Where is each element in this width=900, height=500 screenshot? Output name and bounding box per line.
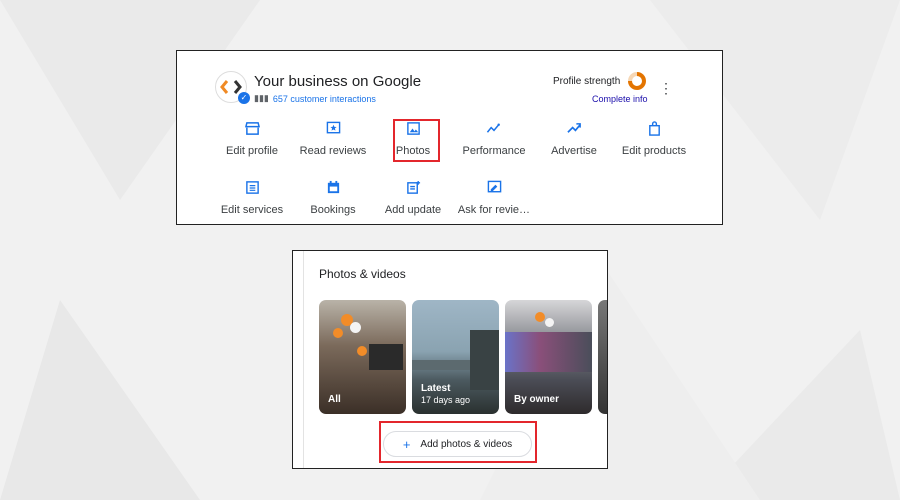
services-list-icon <box>212 180 292 200</box>
photo-tile-all[interactable]: All <box>319 300 406 414</box>
edit-profile-button[interactable]: Edit profile <box>212 121 292 157</box>
trend-icon <box>454 121 534 141</box>
add-photos-highlight-box <box>379 421 537 463</box>
balloon-white <box>545 318 554 327</box>
business-logo: ✓ <box>215 71 250 104</box>
tile-latest-caption: Latest 17 days ago <box>421 383 470 405</box>
post-add-icon <box>373 180 453 200</box>
building-column <box>470 330 499 390</box>
photo-tile-latest[interactable]: Latest 17 days ago <box>412 300 499 414</box>
customer-interactions-text: 657 customer interactions <box>272 93 376 104</box>
edit-services-label: Edit services <box>220 204 284 216</box>
tile-owner-caption: By owner <box>514 394 560 405</box>
performance-button[interactable]: Performance <box>454 121 534 157</box>
balloon-white <box>350 322 361 333</box>
tile-latest-date: 17 days ago <box>421 395 471 405</box>
verified-icon: ✓ <box>238 92 250 104</box>
customer-interactions-link[interactable]: ▮▮▮ 657 customer interactions <box>254 93 376 104</box>
profile-strength-ring-icon <box>628 72 646 90</box>
edit-products-label: Edit products <box>621 145 687 157</box>
balloon-orange <box>535 312 545 322</box>
reviews-icon <box>293 121 373 141</box>
profile-strength-label: Profile strength <box>553 76 621 87</box>
photo-tile-more[interactable] <box>598 300 607 414</box>
performance-label: Performance <box>462 145 526 157</box>
photos-videos-panel: Photos & videos All Latest 17 days ago B… <box>292 250 608 469</box>
ask-for-reviews-label: Ask for revie… <box>457 204 531 216</box>
more-options-icon[interactable]: ⋮ <box>659 81 673 95</box>
review-request-icon <box>454 180 534 200</box>
advertise-button[interactable]: Advertise <box>534 121 614 157</box>
photos-videos-title: Photos & videos <box>319 267 406 281</box>
tile-all-caption: All <box>328 394 341 405</box>
panel-divider <box>303 251 304 468</box>
ask-for-reviews-button[interactable]: Ask for revie… <box>454 180 534 216</box>
business-title: Your business on Google <box>254 73 422 90</box>
tile-latest-label: Latest <box>421 383 451 394</box>
storefront-icon <box>212 121 292 141</box>
edit-products-button[interactable]: Edit products <box>614 121 694 157</box>
bar-chart-icon: ▮▮▮ <box>254 93 269 103</box>
read-reviews-label: Read reviews <box>299 145 367 157</box>
complete-info-link[interactable]: Complete info <box>592 94 648 104</box>
photos-highlight-box <box>393 119 440 162</box>
photo-tile-by-owner[interactable]: By owner <box>505 300 592 414</box>
logo-sign <box>369 344 403 370</box>
bookings-button[interactable]: Bookings <box>293 180 373 216</box>
calendar-icon <box>293 180 373 200</box>
bookings-label: Bookings <box>310 204 356 216</box>
balloon-orange <box>357 346 367 356</box>
advertise-label: Advertise <box>551 145 597 157</box>
add-update-label: Add update <box>384 204 442 216</box>
advertise-icon <box>534 121 614 141</box>
balloon-orange <box>333 328 343 338</box>
shopping-bag-icon <box>614 121 694 141</box>
read-reviews-button[interactable]: Read reviews <box>293 121 373 157</box>
office-wall <box>505 332 592 372</box>
business-profile-panel: ✓ Your business on Google ▮▮▮ 657 custom… <box>176 50 723 225</box>
edit-profile-label: Edit profile <box>226 145 278 157</box>
edit-services-button[interactable]: Edit services <box>212 180 292 216</box>
add-update-button[interactable]: Add update <box>373 180 453 216</box>
